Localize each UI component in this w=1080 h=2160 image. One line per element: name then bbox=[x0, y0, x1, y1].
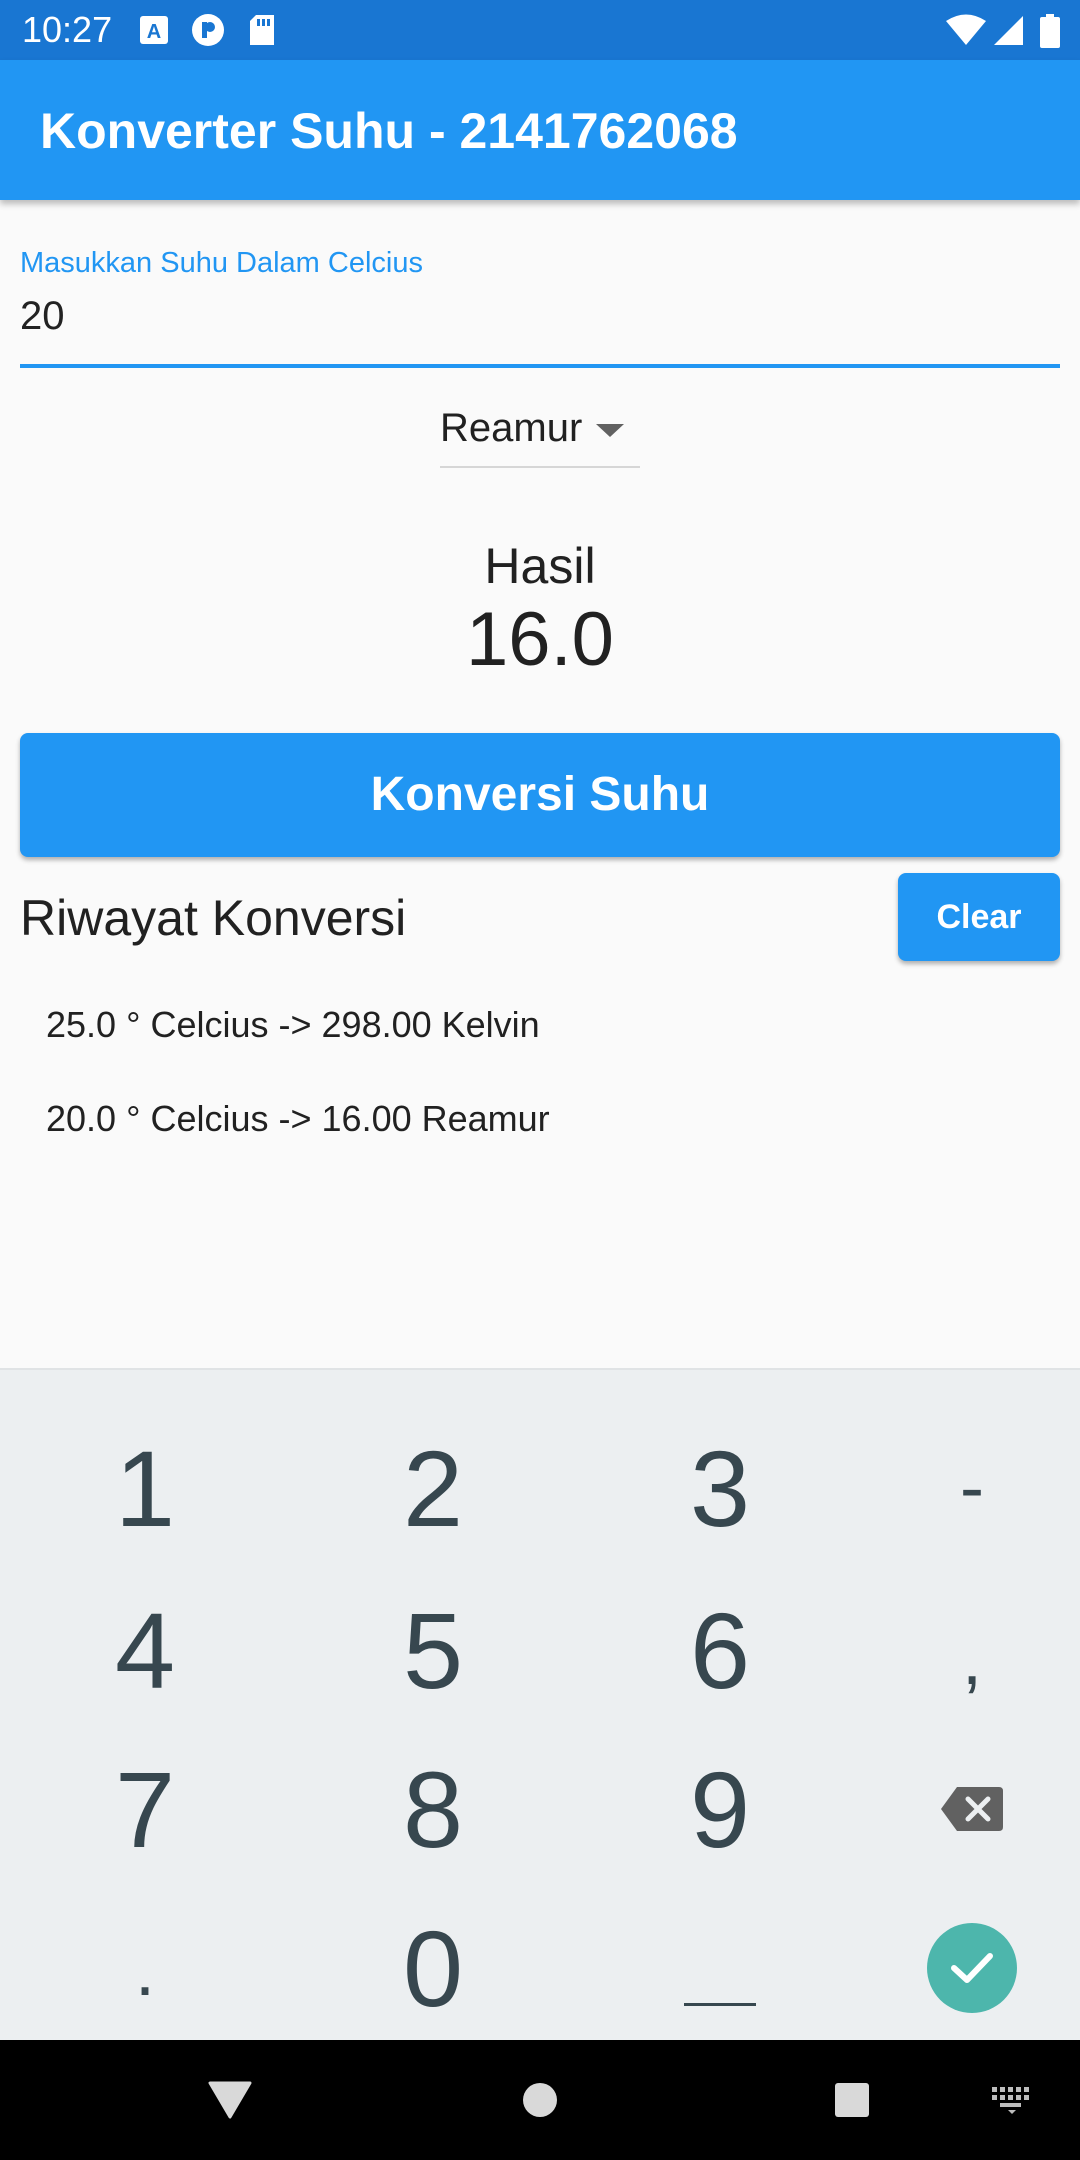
celsius-input[interactable] bbox=[20, 288, 1060, 344]
dropdown-selected-value: Reamur bbox=[440, 406, 583, 450]
key-9[interactable]: 9 bbox=[585, 1727, 855, 1891]
signal-icon bbox=[992, 14, 1024, 46]
enter-key[interactable] bbox=[837, 1886, 1080, 2050]
key-0[interactable]: 0 bbox=[298, 1886, 568, 2050]
space-key[interactable] bbox=[585, 1886, 855, 2050]
a-notification-icon: A bbox=[140, 14, 168, 46]
key-3[interactable]: 3 bbox=[585, 1406, 855, 1570]
keyboard-switch-icon[interactable] bbox=[972, 2040, 1052, 2160]
navigation-bar bbox=[0, 2040, 1080, 2160]
key-8[interactable]: 8 bbox=[298, 1727, 568, 1891]
convert-button-label: Konversi Suhu bbox=[370, 768, 710, 821]
home-circle-icon[interactable] bbox=[500, 2040, 580, 2160]
backspace-icon bbox=[941, 1787, 1003, 1831]
unit-dropdown[interactable]: Reamur bbox=[440, 392, 640, 468]
status-time: 10:27 bbox=[22, 9, 113, 50]
back-triangle-icon[interactable] bbox=[190, 2040, 270, 2160]
convert-button[interactable]: Konversi Suhu bbox=[20, 733, 1060, 857]
history-item: 25.0 ° Celcius -> 298.00 Kelvin bbox=[46, 1004, 540, 1045]
numeric-keyboard: 1 2 3 - 4 5 6 , 7 8 9 . 0 bbox=[0, 1368, 1080, 2040]
enter-check-icon bbox=[927, 1923, 1017, 2013]
key-minus[interactable]: - bbox=[837, 1406, 1080, 1570]
recents-square-icon[interactable] bbox=[812, 2040, 892, 2160]
key-dot[interactable]: . bbox=[10, 1876, 280, 2040]
key-4[interactable]: 4 bbox=[10, 1568, 280, 1732]
p-notification-icon bbox=[190, 14, 226, 46]
status-bar: 10:27 A bbox=[0, 0, 1080, 60]
wifi-icon bbox=[946, 14, 986, 46]
key-5[interactable]: 5 bbox=[298, 1568, 568, 1732]
backspace-key[interactable] bbox=[837, 1727, 1080, 1891]
key-7[interactable]: 7 bbox=[10, 1727, 280, 1891]
celsius-input-label: Masukkan Suhu Dalam Celcius bbox=[20, 247, 423, 279]
space-bar-icon bbox=[684, 2002, 756, 2006]
sd-card-icon bbox=[248, 14, 276, 46]
clear-button-label: Clear bbox=[936, 898, 1022, 936]
app-bar: Konverter Suhu - 2141762068 bbox=[0, 60, 1080, 200]
key-2[interactable]: 2 bbox=[298, 1406, 568, 1570]
svg-text:A: A bbox=[147, 21, 161, 43]
clear-button[interactable]: Clear bbox=[898, 873, 1060, 961]
key-1[interactable]: 1 bbox=[10, 1406, 280, 1570]
history-item: 20.0 ° Celcius -> 16.00 Reamur bbox=[46, 1098, 550, 1139]
key-6[interactable]: 6 bbox=[585, 1568, 855, 1732]
battery-icon bbox=[1040, 14, 1060, 48]
result-label: Hasil bbox=[484, 538, 596, 594]
key-comma[interactable]: , bbox=[837, 1568, 1080, 1732]
app-title: Konverter Suhu - 2141762068 bbox=[40, 103, 738, 159]
history-title: Riwayat Konversi bbox=[20, 890, 407, 946]
result-value: 16.0 bbox=[466, 597, 614, 682]
input-underline bbox=[20, 364, 1060, 368]
dropdown-arrow-icon bbox=[596, 424, 624, 437]
